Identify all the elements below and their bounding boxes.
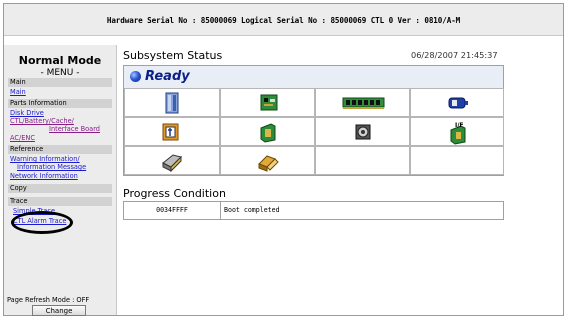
- empty-cell-2: [410, 146, 504, 175]
- interface-module-cell[interactable]: I/F: [410, 117, 504, 146]
- cache-memory-cell[interactable]: [315, 88, 410, 117]
- link-ac-enc[interactable]: AC/ENC: [10, 134, 35, 142]
- subsystem-status-panel: Ready I/F: [123, 65, 504, 176]
- refresh-mode-label: Page Refresh Mode : OFF: [7, 296, 90, 304]
- section-parts-information: Parts Information: [8, 99, 112, 108]
- disk-drive-cell[interactable]: [124, 88, 220, 117]
- fan-cell[interactable]: [220, 117, 315, 146]
- link-ctl-battery-cache[interactable]: CTL/Battery/Cache/: [10, 117, 74, 125]
- left-menu-panel: Normal Mode - MENU - Main Main Parts Inf…: [4, 45, 117, 316]
- controller-board-cell[interactable]: [220, 88, 315, 117]
- link-interface-board[interactable]: Interface Board: [49, 125, 100, 133]
- subsystem-status-title: Subsystem Status: [123, 49, 223, 62]
- ready-status-text: Ready: [145, 69, 190, 84]
- battery-icon: [448, 97, 468, 109]
- ac-power-icon: [162, 123, 179, 141]
- section-trace: Trace: [8, 197, 112, 206]
- ac-power-cell[interactable]: [124, 117, 220, 146]
- link-warning-information[interactable]: Warning Information/: [10, 155, 80, 163]
- link-information-message[interactable]: Information Message: [17, 163, 86, 171]
- cache-memory-icon: [342, 97, 385, 109]
- enclosure-icon: [162, 154, 182, 173]
- link-main[interactable]: Main: [10, 88, 26, 96]
- controller-board-icon: [260, 94, 278, 111]
- loop-module-cell[interactable]: [220, 146, 315, 175]
- mode-title: Normal Mode: [18, 54, 102, 67]
- serial-info: Hardware Serial No : 85000069 Logical Se…: [106, 16, 461, 25]
- progress-condition-title: Progress Condition: [123, 187, 226, 200]
- interface-board-cell[interactable]: [315, 117, 410, 146]
- progress-code: 0034FFFF: [124, 202, 221, 219]
- ready-status-icon: [130, 71, 141, 82]
- ready-row: Ready: [124, 66, 503, 89]
- interface-module-icon: I/F: [450, 122, 466, 145]
- link-network-information[interactable]: Network Information: [10, 172, 78, 180]
- progress-message: Boot completed: [224, 206, 280, 214]
- status-datetime: 06/28/2007 21:45:37: [411, 50, 498, 60]
- loop-module-icon: [258, 155, 279, 172]
- section-reference: Reference: [8, 145, 112, 154]
- enclosure-cell[interactable]: [124, 146, 220, 175]
- change-button[interactable]: Change: [32, 305, 86, 316]
- link-disk-drive[interactable]: Disk Drive: [10, 109, 44, 117]
- menu-title: - MENU -: [40, 68, 80, 78]
- fan-icon: [260, 123, 276, 143]
- battery-cell[interactable]: [410, 88, 504, 117]
- disk-drive-icon: [165, 92, 179, 114]
- highlight-oval: [11, 211, 73, 234]
- interface-board-icon: [355, 124, 371, 140]
- empty-cell-1: [315, 146, 410, 175]
- header-bar: Hardware Serial No : 85000069 Logical Se…: [4, 4, 563, 36]
- section-main: Main: [8, 78, 112, 87]
- progress-condition-panel: 0034FFFF Boot completed: [123, 201, 504, 220]
- section-copy: Copy: [8, 184, 112, 193]
- svg-text:I/F: I/F: [455, 122, 464, 129]
